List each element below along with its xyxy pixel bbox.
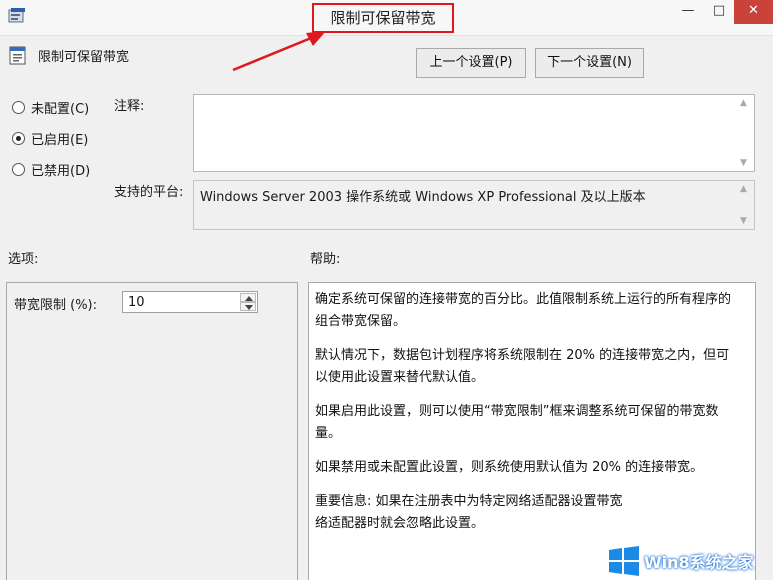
chevron-down-icon xyxy=(245,305,253,310)
radio-enabled[interactable]: 已启用(E) xyxy=(12,128,88,148)
bandwidth-limit-input[interactable] xyxy=(123,292,239,312)
policy-name: 限制可保留带宽 xyxy=(38,50,130,65)
watermark: Win8系统之家 xyxy=(608,546,768,576)
previous-setting-button[interactable]: 上一个设置(P) xyxy=(416,48,526,78)
help-paragraph: 如果禁用或未配置此设置，则系统使用默认值为 20% 的连接带宽。 xyxy=(315,460,704,475)
policy-editor-icon xyxy=(8,8,25,23)
help-paragraph: 确定系统可保留的连接带宽的百分比。此值限制系统上运行的所有程序的组合带宽保留。 xyxy=(315,292,732,329)
chevron-up-icon xyxy=(245,296,253,301)
spin-down-button[interactable] xyxy=(240,302,256,311)
bandwidth-limit-label: 带宽限制 (%): xyxy=(14,298,98,313)
radio-button[interactable] xyxy=(12,100,25,114)
help-paragraph: 如果启用此设置，则可以使用“带宽限制”框来调整系统可保留的带宽数量。 xyxy=(315,404,719,441)
spin-up-button[interactable] xyxy=(240,293,256,302)
radio-button[interactable] xyxy=(12,162,25,176)
watermark-text: Win8系统之家 xyxy=(644,553,754,572)
scroll-up-icon[interactable]: ▲ xyxy=(740,184,747,194)
radio-disabled[interactable]: 已禁用(D) xyxy=(12,159,90,179)
comment-field[interactable]: ▲ ▼ xyxy=(193,94,755,172)
window-title: 限制可保留带宽 xyxy=(312,3,454,33)
help-paragraph: 重要信息: 如果在注册表中为特定网络适配器设置带宽 xyxy=(315,494,623,509)
comment-scrollbar[interactable]: ▲ ▼ xyxy=(737,95,754,171)
windows-logo-icon xyxy=(609,546,639,576)
bandwidth-limit-stepper[interactable] xyxy=(122,291,258,313)
radio-label: 已禁用(D) xyxy=(31,163,91,179)
scroll-up-icon[interactable]: ▲ xyxy=(740,98,747,108)
platform-value: Windows Server 2003 操作系统或 Windows XP Pro… xyxy=(200,190,646,205)
minimize-button[interactable]: — xyxy=(672,0,704,24)
help-paragraph: 默认情况下，数据包计划程序将系统限制在 20% 的连接带宽之内，但可以使用此设置… xyxy=(315,348,730,385)
comment-label: 注释: xyxy=(114,99,145,114)
platform-label: 支持的平台: xyxy=(114,185,184,200)
help-text: 确定系统可保留的连接带宽的百分比。此值限制系统上运行的所有程序的组合带宽保留。 … xyxy=(315,289,735,535)
help-label: 帮助: xyxy=(310,252,341,267)
next-setting-button[interactable]: 下一个设置(N) xyxy=(535,48,644,78)
platform-scrollbar[interactable]: ▲ ▼ xyxy=(737,181,754,229)
options-pane: 带宽限制 (%): xyxy=(6,282,298,580)
maximize-button[interactable]: □ xyxy=(704,0,734,24)
scroll-down-icon[interactable]: ▼ xyxy=(740,158,747,168)
close-button[interactable]: ✕ xyxy=(734,0,773,24)
title-bar: 限制可保留带宽 — □ ✕ xyxy=(0,0,773,36)
scroll-down-icon[interactable]: ▼ xyxy=(740,216,747,226)
options-label: 选项: xyxy=(8,252,39,267)
help-pane: 确定系统可保留的连接带宽的百分比。此值限制系统上运行的所有程序的组合带宽保留。 … xyxy=(308,282,756,580)
help-paragraph: 络适配器时就会忽略此设置。 xyxy=(315,516,485,531)
platform-field: Windows Server 2003 操作系统或 Windows XP Pro… xyxy=(193,180,755,230)
policy-setting-icon xyxy=(9,46,26,65)
radio-label: 未配置(C) xyxy=(31,101,90,117)
radio-button[interactable] xyxy=(12,131,25,145)
radio-label: 已启用(E) xyxy=(31,132,89,148)
radio-not-configured[interactable]: 未配置(C) xyxy=(12,97,89,117)
